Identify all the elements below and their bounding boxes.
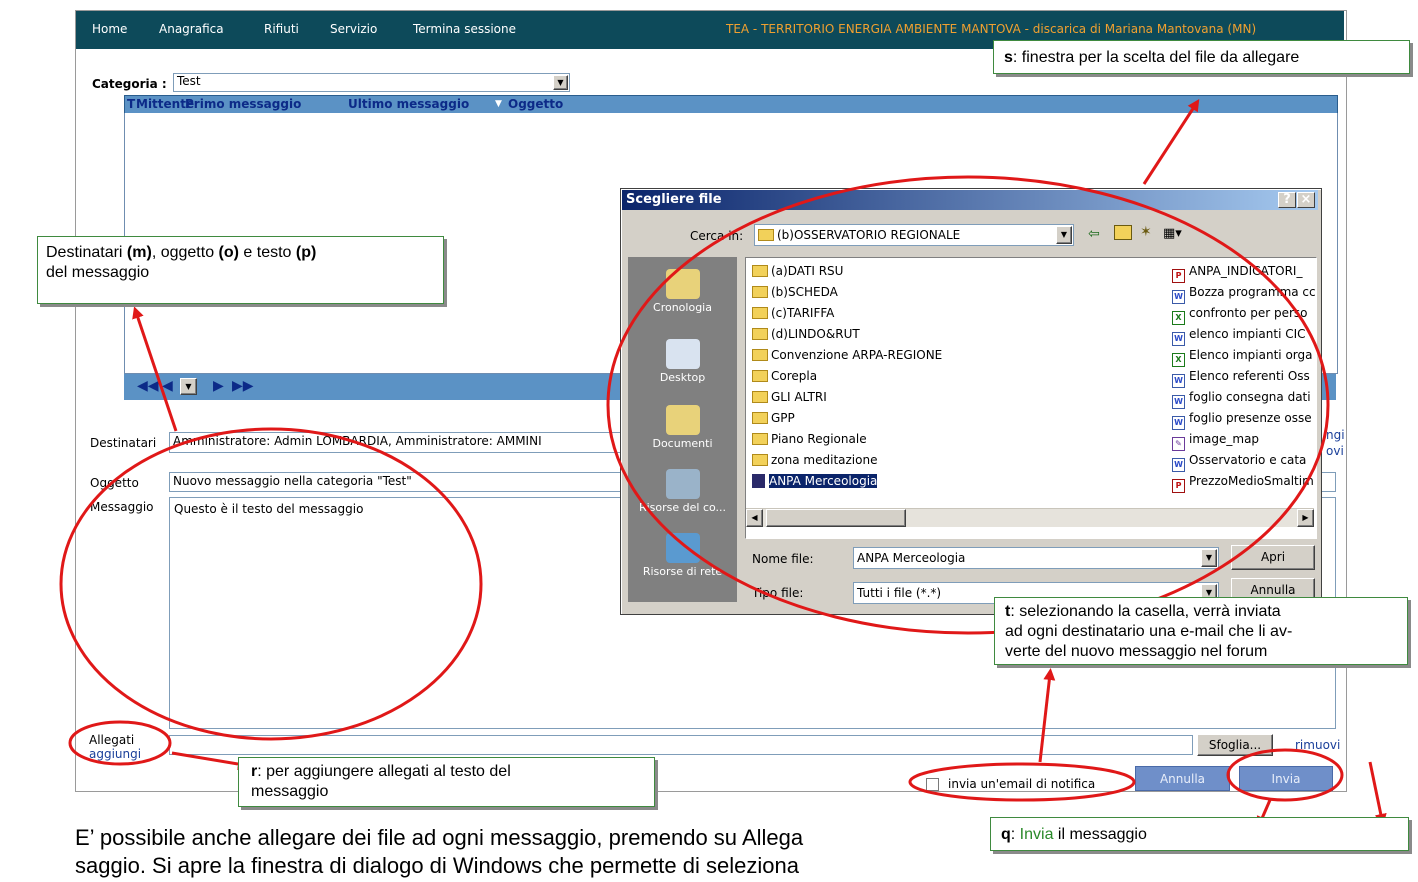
highlight-attachments [68, 720, 172, 766]
body-paragraph: E’ possibile anche allegare dei file ad … [75, 825, 804, 878]
highlight-file-dialog [606, 175, 1330, 635]
callout-r: r: per aggiungere allegati al testo del … [238, 757, 655, 807]
callout-t: t: selezionando la casella, verrà inviat… [994, 597, 1408, 665]
arrow-to-callout-r [171, 751, 250, 770]
arrow-to-callout-m [132, 306, 178, 432]
arrow-to-callout-q-2 [1368, 761, 1387, 826]
annotation-overlay [59, 98, 1387, 829]
callout-m: Destinatari (m), oggetto (o) e testo (p)… [37, 236, 444, 304]
highlight-message-fields [59, 427, 483, 741]
arrow-to-callout-t [1038, 668, 1056, 763]
highlight-notify-checkbox [908, 762, 1136, 802]
arrow-to-callout-s [1142, 98, 1200, 185]
highlight-send-button [1226, 748, 1344, 802]
callout-s: s: finestra per la scelta del file da al… [993, 40, 1410, 74]
